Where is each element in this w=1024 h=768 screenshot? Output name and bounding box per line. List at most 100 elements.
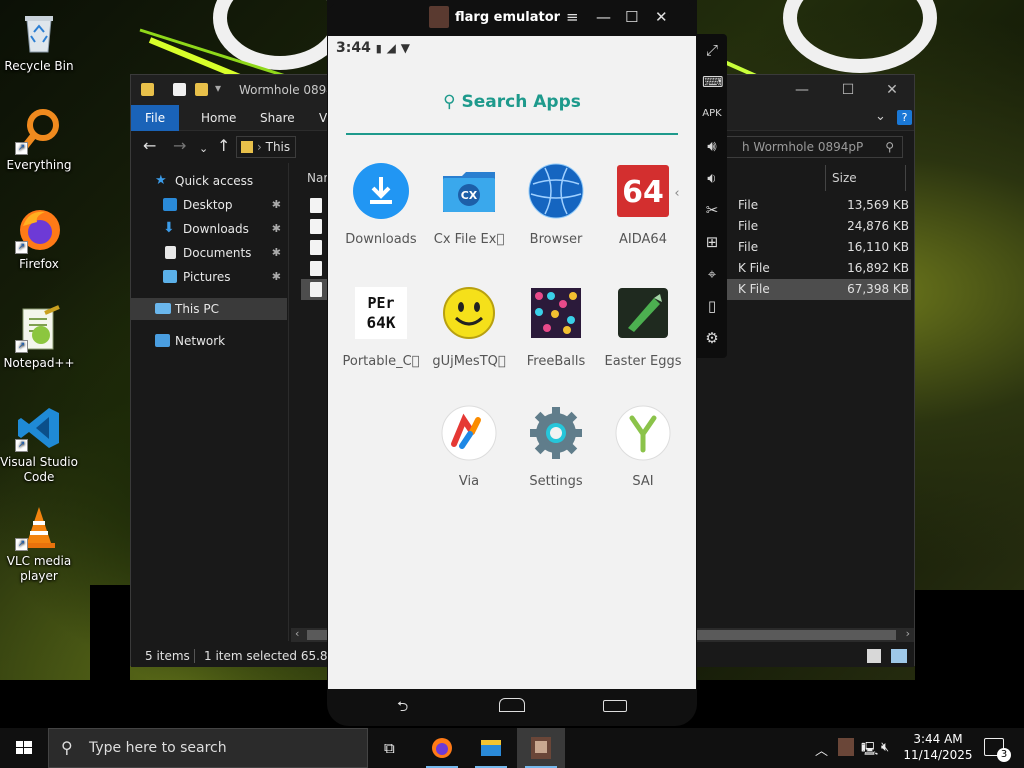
- emulator-tray-icon[interactable]: [838, 738, 854, 756]
- column-header-size[interactable]: Size: [832, 171, 857, 185]
- emulator-window[interactable]: flarg emulator ≡ — ☐ ✕ 3:44 ▮ ◢ ▼ ⚲ Sear…: [327, 0, 697, 726]
- nav-label: Desktop: [183, 198, 233, 212]
- nav-item-quick-access[interactable]: ★ Quick access: [131, 170, 287, 192]
- details-view-icon[interactable]: [867, 649, 881, 663]
- app-label: SAI: [632, 474, 654, 489]
- emulator-titlebar[interactable]: flarg emulator ≡ — ☐ ✕: [327, 0, 697, 36]
- properties-icon[interactable]: [173, 83, 186, 96]
- keyboard-icon[interactable]: ⌨: [702, 72, 724, 92]
- taskbar-search-box[interactable]: ⚲ Type here to search: [48, 728, 368, 768]
- nav-item-documents[interactable]: Documents ✱: [131, 242, 287, 264]
- scroll-right-icon[interactable]: ›: [906, 627, 910, 640]
- start-button[interactable]: [0, 728, 48, 768]
- app-browser[interactable]: Browser: [511, 162, 601, 247]
- address-bar[interactable]: › This PC: [236, 136, 296, 158]
- folder-icon: [241, 141, 253, 153]
- breadcrumb-chevron-icon: ›: [257, 140, 266, 154]
- large-icons-view-icon[interactable]: [891, 649, 907, 663]
- location-pin-icon[interactable]: ⌖: [702, 264, 722, 284]
- minimize-button[interactable]: —: [596, 8, 611, 26]
- desktop-icon-firefox[interactable]: ↗ Firefox: [0, 206, 78, 272]
- maximize-button[interactable]: ☐: [825, 75, 871, 105]
- maximize-button[interactable]: ☐: [625, 8, 638, 26]
- volume-muted-icon[interactable]: 🔇︎: [881, 740, 889, 755]
- nav-item-desktop[interactable]: Desktop ✱: [131, 194, 287, 216]
- search-apps-label: Search Apps: [461, 92, 581, 112]
- minimize-button[interactable]: —: [779, 75, 825, 105]
- firefox-icon: ↗: [15, 206, 63, 254]
- explorer-search-input[interactable]: h Wormhole 0894pP ⚲: [723, 136, 903, 158]
- android-screen[interactable]: 3:44 ▮ ◢ ▼ ⚲ Search Apps Downloads CX Cx…: [328, 36, 696, 689]
- scrollbar-track-highlight[interactable]: [696, 630, 896, 640]
- fullscreen-icon[interactable]: ⤢: [702, 40, 722, 60]
- expand-ribbon-icon[interactable]: ⌄: [875, 109, 886, 124]
- app-sai[interactable]: SAI: [598, 404, 688, 489]
- app-portable-c[interactable]: PEr 64K Portable_C⃞: [336, 284, 426, 369]
- shortcut-arrow-icon: ↗: [15, 538, 28, 551]
- app-gujmestq[interactable]: gUjMesTQ⃞: [424, 284, 514, 369]
- search-apps-button[interactable]: ⚲ Search Apps: [328, 92, 696, 112]
- app-settings[interactable]: Settings: [511, 404, 601, 489]
- scrollbar-thumb[interactable]: [307, 630, 327, 640]
- nav-item-this-pc[interactable]: This PC: [131, 298, 287, 320]
- star-icon: ★: [155, 173, 167, 188]
- screenshot-cut-icon[interactable]: ✂: [702, 200, 722, 220]
- action-center-icon[interactable]: 3: [984, 738, 1011, 762]
- nav-item-network[interactable]: Network: [131, 330, 287, 352]
- help-icon[interactable]: ?: [897, 110, 912, 125]
- network-tray-icon[interactable]: 🖳︎: [861, 740, 878, 762]
- volume-up-icon[interactable]: 🔊︎: [702, 136, 722, 156]
- close-button[interactable]: ✕: [869, 75, 915, 105]
- scroll-left-icon[interactable]: ‹: [295, 627, 299, 640]
- ribbon-tab-home[interactable]: Home: [187, 105, 250, 131]
- desktop-icon-everything[interactable]: ↗ Everything: [0, 107, 78, 173]
- column-divider[interactable]: [825, 165, 826, 191]
- wifi-icon: ▼: [400, 41, 410, 55]
- column-divider[interactable]: [905, 165, 906, 191]
- install-apk-icon[interactable]: APK: [702, 104, 722, 124]
- file-type: K File: [738, 261, 770, 275]
- volume-down-icon[interactable]: 🔉︎: [702, 168, 722, 188]
- app-freeballs[interactable]: FreeBalls: [511, 284, 601, 369]
- close-button[interactable]: ✕: [655, 8, 668, 26]
- task-view-button[interactable]: ⧉: [368, 728, 416, 768]
- show-hidden-icons-chevron[interactable]: ︿: [815, 740, 828, 759]
- recents-nav-icon[interactable]: [603, 700, 627, 712]
- forward-arrow-icon[interactable]: →: [173, 138, 186, 154]
- app-cx-file-explorer[interactable]: CX Cx File Ex⃞: [424, 162, 514, 247]
- desktop-icon-label: Visual Studio Code: [0, 455, 78, 484]
- desktop-icon-vscode[interactable]: ↗ Visual Studio Code: [0, 404, 78, 485]
- app-aida64[interactable]: 64 AIDA64: [598, 162, 688, 247]
- taskbar-firefox[interactable]: [418, 728, 466, 768]
- add-instance-icon[interactable]: ⊞: [702, 232, 722, 252]
- breadcrumb: This PC: [265, 140, 295, 154]
- app-via[interactable]: Via: [424, 404, 514, 489]
- nav-item-downloads[interactable]: ⬇ Downloads ✱: [131, 218, 287, 240]
- perf64k-icon: PEr 64K: [352, 284, 410, 342]
- taskbar-clock[interactable]: 3:44 AM 11/14/2025: [902, 731, 974, 763]
- desktop-icon-notepadpp[interactable]: ↗ Notepad++: [0, 305, 78, 371]
- vlc-cone-icon: ↗: [15, 503, 63, 551]
- nav-item-pictures[interactable]: Pictures ✱: [131, 266, 287, 288]
- taskbar-file-explorer[interactable]: [467, 728, 515, 768]
- desktop-icon-vlc[interactable]: ↗ VLC media player: [0, 503, 78, 584]
- taskbar-emulator[interactable]: [517, 728, 565, 768]
- menu-icon[interactable]: ≡: [566, 8, 579, 26]
- desktop-icon-recycle-bin[interactable]: Recycle Bin: [0, 8, 78, 74]
- app-downloads[interactable]: Downloads: [336, 162, 426, 247]
- column-header-name[interactable]: Nar: [307, 171, 328, 185]
- recent-locations-icon[interactable]: ⌄: [199, 141, 208, 157]
- collapse-chevron-icon[interactable]: ‹: [670, 184, 684, 204]
- nav-label: Quick access: [175, 174, 254, 188]
- back-arrow-icon[interactable]: ←: [143, 138, 156, 154]
- ribbon-tab-file[interactable]: File: [131, 105, 180, 131]
- ribbon-tab-share[interactable]: Share: [246, 105, 309, 131]
- home-nav-icon[interactable]: [499, 698, 525, 712]
- back-nav-icon[interactable]: ⮌: [397, 696, 408, 720]
- settings-icon[interactable]: ⚙: [702, 328, 722, 348]
- customize-quick-access-icon[interactable]: ▾: [215, 81, 221, 95]
- new-folder-icon[interactable]: [195, 83, 208, 96]
- app-easter-eggs[interactable]: Easter Eggs: [598, 284, 688, 369]
- shake-icon[interactable]: ▯: [702, 296, 722, 316]
- up-arrow-icon[interactable]: ↑: [217, 138, 230, 154]
